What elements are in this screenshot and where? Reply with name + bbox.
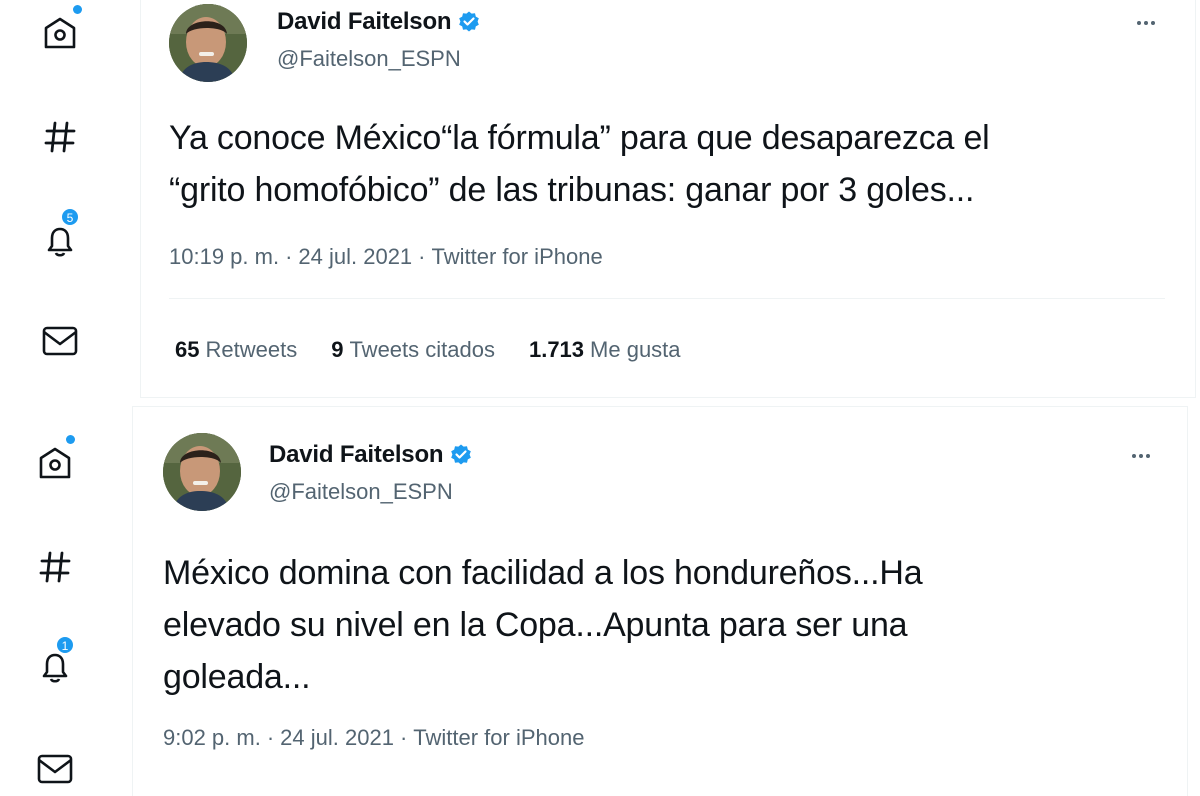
- stat-number: 1.713: [528, 337, 585, 362]
- notification-count-badge: 5: [61, 208, 79, 226]
- meta-separator: ·: [266, 725, 275, 750]
- tweet-text-line: “grito homofóbico” de las tribunas: gana…: [169, 171, 975, 209]
- tweet-card[interactable]: David Faitelson @Faitelson_ESPN Ya conoc…: [140, 0, 1196, 398]
- tweet-text-line: elevado su nivel en la Copa...Apunta par…: [163, 606, 908, 644]
- tweet-date[interactable]: 24 jul. 2021: [298, 244, 412, 270]
- tweet-text-line: Ya conoce México“la fórmula” para que de…: [169, 119, 990, 157]
- author-handle[interactable]: @Faitelson_ESPN: [269, 479, 453, 505]
- sidebar-nav: 5: [0, 0, 120, 400]
- sidebar-nav: 1: [0, 404, 120, 796]
- home-icon: [44, 17, 76, 49]
- nav-home[interactable]: [35, 5, 85, 58]
- more-options-button[interactable]: [1126, 8, 1166, 38]
- meta-separator: ·: [418, 244, 426, 269]
- meta-separator: ·: [399, 725, 408, 750]
- home-icon: [39, 447, 71, 479]
- dot: [1132, 454, 1136, 458]
- tweet-text: Ya conoce México“la fórmula” para que de…: [169, 112, 1179, 216]
- nav-notifications[interactable]: 5: [35, 208, 85, 266]
- nav-explore[interactable]: [35, 112, 85, 162]
- verified-badge-icon: [459, 11, 480, 32]
- tweet-meta: 10:19 p. m. · 24 jul. 2021 · Twitter for…: [169, 244, 603, 270]
- author-name-row: David Faitelson: [269, 441, 473, 469]
- hashtag-icon: [44, 121, 76, 153]
- quote-tweets-count[interactable]: 9 Tweets citados: [331, 337, 495, 363]
- more-options-button[interactable]: [1121, 441, 1161, 471]
- display-name[interactable]: David Faitelson: [277, 8, 452, 36]
- dot: [1139, 454, 1143, 458]
- tweet-stats: 65 Retweets 9 Tweets citados 1.713 Me gusta: [175, 337, 681, 363]
- stat-number: 9: [331, 337, 344, 362]
- author-photo: [163, 433, 241, 511]
- tweet-source[interactable]: Twitter for iPhone: [432, 244, 603, 270]
- author-handle[interactable]: @Faitelson_ESPN: [277, 46, 461, 72]
- author-photo: [169, 4, 247, 82]
- tweet-text: México domina con facilidad a los hondur…: [163, 547, 1173, 703]
- nav-messages[interactable]: [30, 744, 80, 794]
- tweet-source[interactable]: Twitter for iPhone: [413, 725, 584, 751]
- envelope-icon: [37, 754, 73, 784]
- stat-label: Tweets citados: [349, 337, 495, 362]
- tweet-meta: 9:02 p. m. · 24 jul. 2021 · Twitter for …: [163, 725, 584, 751]
- tweet-card[interactable]: David Faitelson @Faitelson_ESPN México d…: [132, 406, 1188, 796]
- nav-notifications[interactable]: 1: [30, 636, 80, 692]
- dot: [1144, 21, 1148, 25]
- display-name[interactable]: David Faitelson: [269, 441, 444, 469]
- tweet-time[interactable]: 10:19 p. m.: [169, 244, 279, 270]
- screenshot-panel-2: 1 David Faitelson @Faitelson_ESPN México…: [0, 404, 1200, 796]
- dot: [1151, 21, 1155, 25]
- nav-messages[interactable]: [35, 316, 85, 366]
- hashtag-icon: [39, 551, 71, 583]
- avatar[interactable]: [169, 4, 247, 82]
- bell-icon: [47, 227, 73, 257]
- stat-label: Retweets: [205, 337, 298, 362]
- divider: [169, 298, 1165, 299]
- dot: [1146, 454, 1150, 458]
- likes-count[interactable]: 1.713 Me gusta: [529, 337, 681, 363]
- envelope-icon: [42, 326, 78, 356]
- avatar[interactable]: [163, 433, 241, 511]
- unread-dot: [66, 435, 75, 444]
- author-name-row: David Faitelson: [277, 8, 481, 36]
- unread-dot: [73, 5, 82, 14]
- notification-count-badge: 1: [56, 636, 74, 654]
- tweet-text-line: goleada...: [163, 658, 311, 696]
- retweets-count[interactable]: 65 Retweets: [175, 337, 297, 363]
- nav-explore[interactable]: [30, 542, 80, 592]
- verified-badge-icon: [451, 444, 472, 465]
- meta-separator: ·: [285, 244, 293, 269]
- stat-label: Me gusta: [590, 337, 681, 362]
- nav-home[interactable]: [30, 435, 80, 488]
- tweet-text-line: México domina con facilidad a los hondur…: [163, 554, 923, 592]
- stat-number: 65: [175, 337, 200, 362]
- dot: [1137, 21, 1141, 25]
- tweet-date[interactable]: 24 jul. 2021: [280, 725, 394, 751]
- tweet-time[interactable]: 9:02 p. m.: [163, 725, 261, 751]
- screenshot-panel-1: 5 David Faitelson @Faitelson_ESPN Ya con…: [0, 0, 1200, 400]
